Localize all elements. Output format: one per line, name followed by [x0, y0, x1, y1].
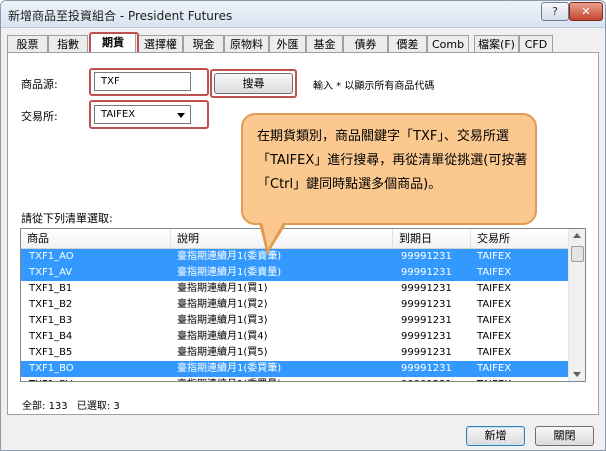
search-hint: 輸入 * 以顯示所有商品代碼 [313, 81, 435, 92]
table-row[interactable]: TXF1_AO 臺指期連續月1(委賣筆) 99991231 TAIFEX [21, 249, 570, 265]
tab-file[interactable]: 檔案(F) [474, 35, 519, 52]
cell-expiry: 99991231 [401, 347, 452, 358]
product-list[interactable]: 商品 說明 到期日 交易所 TXF1_AO 臺指期連續月1(委賣筆) 9999123… [20, 228, 586, 382]
cell-expiry: 99991231 [401, 251, 452, 262]
cell-expiry: 99991231 [401, 267, 452, 278]
exchange-label: 交易所: [21, 110, 58, 123]
title-bar: 新增商品至投資組合 - President Futures ? ✕ [1, 1, 605, 28]
cell-exchange: TAIFEX [477, 251, 512, 262]
cell-exchange: TAIFEX [477, 377, 511, 381]
close-window-button[interactable]: ✕ [569, 2, 603, 21]
cell-description: 臺指期連續月1(委買量) [177, 377, 281, 381]
cell-description: 臺指期連續月1(委買筆) [177, 363, 282, 374]
cell-product: TXF1_BO [29, 363, 74, 374]
close-button[interactable]: 關閉 [535, 426, 594, 446]
cell-expiry: 99991231 [401, 283, 452, 294]
table-row[interactable]: TXF1_B4 臺指期連續月1(買4) 99991231 TAIFEX [21, 329, 570, 345]
callout-text: 在期貨類別，商品關鍵字「TXF」、交易所選「TAIFEX」進行搜尋，再從清單從挑… [257, 129, 528, 192]
cell-description: 臺指期連續月1(買3) [177, 315, 268, 326]
dialog-window: 新增商品至投資組合 - President Futures ? ✕ 股票 指數 … [0, 0, 606, 451]
table-row[interactable]: TXF1_BO 臺指期連續月1(委買筆) 99991231 TAIFEX [21, 361, 570, 377]
cell-exchange: TAIFEX [477, 331, 512, 342]
cell-expiry: 99991231 [401, 363, 452, 374]
window-title: 新增商品至投資組合 - President Futures [8, 9, 233, 23]
table-row[interactable]: TXF1_B2 臺指期連續月1(買2) 99991231 TAIFEX [21, 297, 570, 313]
exchange-select-highlight [89, 100, 209, 129]
cell-description: 臺指期連續月1(買5) [177, 347, 268, 358]
cell-exchange: TAIFEX [477, 283, 512, 294]
cell-description: 臺指期連續月1(買1) [177, 283, 268, 294]
tab-index[interactable]: 指數 [48, 35, 88, 52]
col-header-exchange[interactable]: 交易所 [471, 229, 570, 248]
cell-product: TXF1_AV [29, 267, 73, 278]
cell-expiry: 99991231 [401, 377, 452, 381]
tab-spread[interactable]: 價差 [388, 35, 427, 52]
selected-count: 3 [113, 401, 120, 412]
tab-cfd[interactable]: CFD [519, 35, 553, 52]
cell-product: TXF1_B5 [29, 347, 73, 358]
callout-pointer-fill [262, 221, 284, 249]
instruction-callout: 在期貨類別，商品關鍵字「TXF」、交易所選「TAIFEX」進行搜尋，再從清單從挑… [241, 113, 537, 225]
tab-comb[interactable]: Comb [427, 35, 469, 52]
selected-label: 已選取: [76, 401, 111, 412]
list-header: 商品 說明 到期日 交易所 [21, 229, 570, 249]
cell-product: TXF1_B3 [29, 315, 73, 326]
tab-commodities[interactable]: 原物料 [224, 35, 269, 52]
cell-expiry: 99991231 [401, 331, 452, 342]
total-label: 全部: [22, 401, 46, 412]
tab-funds[interactable]: 基金 [306, 35, 343, 52]
total-count: 133 [48, 401, 68, 412]
cell-product: TXF1_AO [29, 251, 74, 262]
cell-product: TXF1_B1 [29, 283, 73, 294]
product-input-highlight [89, 68, 209, 96]
add-button[interactable]: 新增 [466, 426, 525, 446]
scroll-up-icon[interactable] [573, 233, 581, 238]
cell-description: 臺指期連續月1(買4) [177, 331, 268, 342]
cell-exchange: TAIFEX [477, 267, 512, 278]
cell-description: 臺指期連續月1(委賣量) [177, 267, 282, 278]
col-header-expiry[interactable]: 到期日 [393, 229, 471, 248]
cell-expiry: 99991231 [401, 299, 452, 310]
tab-bonds[interactable]: 債券 [343, 35, 388, 52]
table-row[interactable]: TXF1_B1 臺指期連續月1(買1) 99991231 TAIFEX [21, 281, 570, 297]
scroll-down-icon[interactable] [573, 372, 581, 377]
help-button[interactable]: ? [541, 2, 569, 21]
list-summary: 全部: 133 已選取: 3 [22, 397, 120, 412]
tab-cash[interactable]: 現金 [183, 35, 224, 52]
cell-product: TXF1_B4 [29, 331, 73, 342]
tab-options[interactable]: 選擇權 [138, 35, 183, 52]
scroll-thumb[interactable] [571, 246, 584, 262]
cell-exchange: TAIFEX [477, 363, 512, 374]
product-source-label: 商品源: [21, 78, 58, 91]
table-row[interactable]: TXF1_AV 臺指期連續月1(委賣量) 99991231 TAIFEX [21, 265, 570, 281]
cell-description: 臺指期連續月1(買2) [177, 299, 268, 310]
cell-product: TXF1_B2 [29, 299, 73, 310]
cell-expiry: 99991231 [401, 315, 452, 326]
list-scrollbar[interactable] [568, 229, 585, 381]
cell-exchange: TAIFEX [477, 347, 512, 358]
cell-exchange: TAIFEX [477, 315, 512, 326]
table-row[interactable]: TXF1_B3 臺指期連續月1(買3) 99991231 TAIFEX [21, 313, 570, 329]
table-row[interactable]: TXF1_B5 臺指期連續月1(買5) 99991231 TAIFEX [21, 345, 570, 361]
table-row[interactable]: TXF1_BV 臺指期連續月1(委買量) 99991231 TAIFEX [21, 377, 570, 381]
cell-exchange: TAIFEX [477, 299, 512, 310]
col-header-product[interactable]: 商品 [21, 229, 171, 248]
tab-forex[interactable]: 外匯 [269, 35, 306, 52]
tab-stocks[interactable]: 股票 [7, 35, 48, 52]
cell-product: TXF1_BV [29, 377, 72, 381]
search-button-highlight [210, 69, 297, 98]
list-caption: 請從下列清單選取: [21, 212, 113, 225]
